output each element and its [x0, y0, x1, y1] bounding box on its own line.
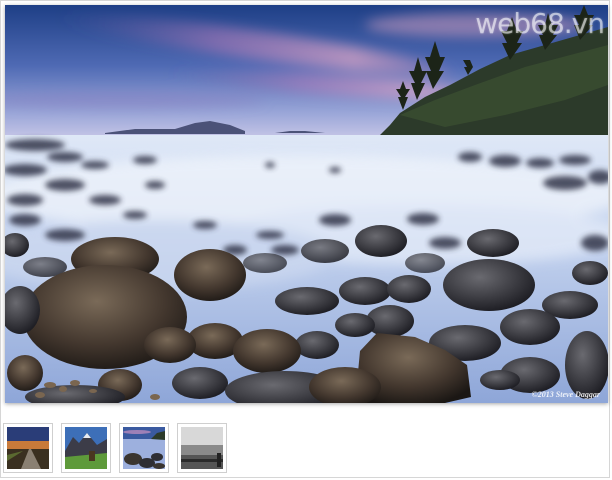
photo-credit: ©2013 Steve Daggar	[531, 390, 600, 399]
gallery-frame: web68.vn ©2013 Steve Daggar	[0, 0, 610, 478]
thumbnail-strip	[3, 423, 603, 475]
thumbnail-mountain-meadow[interactable]	[61, 423, 111, 473]
thumbnail-image	[181, 427, 223, 469]
thumbnail-image	[123, 427, 165, 469]
main-photo[interactable]: web68.vn ©2013 Steve Daggar	[5, 5, 608, 403]
thumbnail-image	[65, 427, 107, 469]
thumbnail-road-sunset[interactable]	[3, 423, 53, 473]
thumbnail-misty-rocky-shore[interactable]	[119, 423, 169, 473]
thumbnail-black-white-landscape[interactable]	[177, 423, 227, 473]
thumbnail-image	[7, 427, 49, 469]
main-photo-image	[5, 5, 608, 403]
watermark-text: web68.vn	[475, 7, 605, 40]
